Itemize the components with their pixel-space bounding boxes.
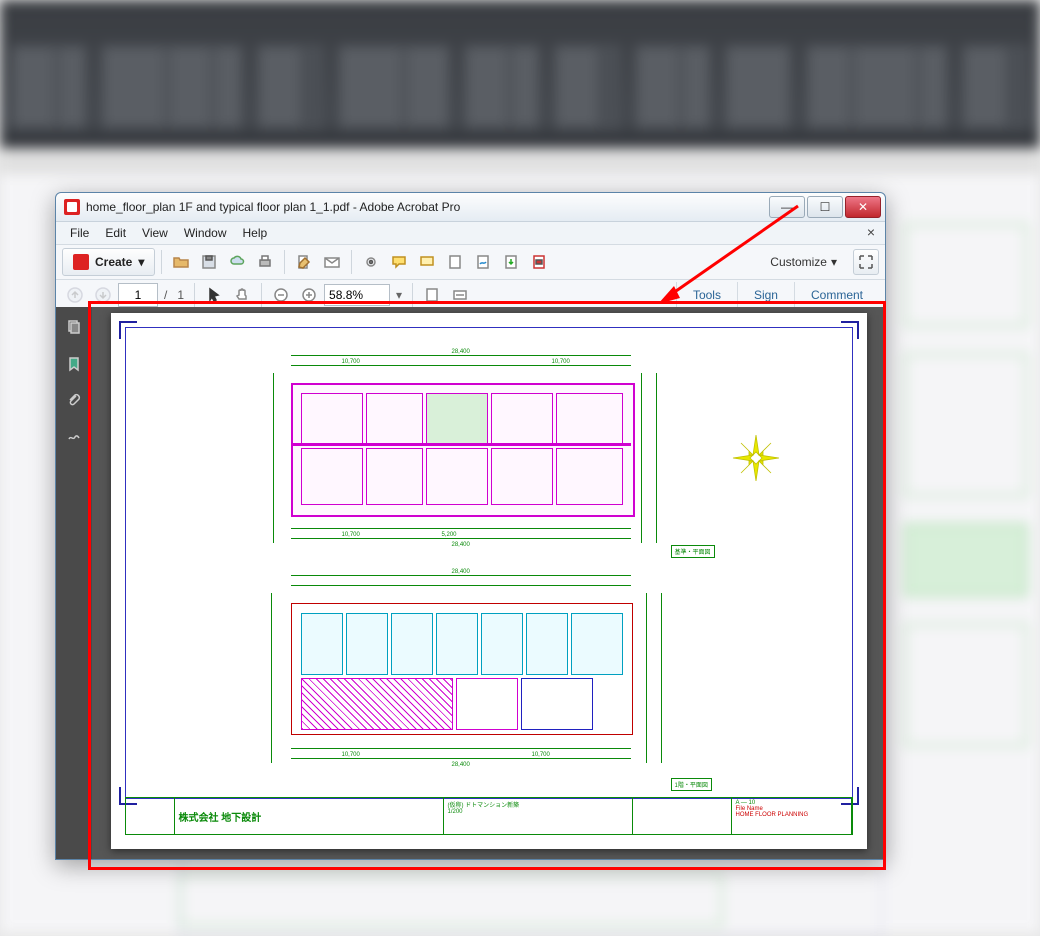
total-pages: 1 [173, 288, 188, 302]
minimize-button[interactable]: — [769, 196, 805, 218]
title-company: 株式会社 地下設計 [175, 798, 444, 834]
menubar: File Edit View Window Help × [56, 222, 885, 245]
edit-document-button[interactable] [291, 249, 317, 275]
customize-button[interactable]: Customize ▾ [764, 255, 843, 269]
comment-panel-button[interactable]: Comment [794, 282, 879, 308]
comment-bubble-button[interactable] [386, 249, 412, 275]
prev-page-button[interactable] [62, 282, 88, 308]
maximize-button[interactable]: ☐ [807, 196, 843, 218]
title-scale: 1/200 [448, 809, 628, 815]
fit-page-button[interactable] [419, 282, 445, 308]
email-button[interactable] [319, 249, 345, 275]
read-mode-button[interactable] [853, 249, 879, 275]
dim-span1c: 10,700 [341, 752, 361, 758]
attach-button[interactable] [442, 249, 468, 275]
hand-tool-button[interactable] [229, 282, 255, 308]
attachments-icon[interactable] [63, 389, 85, 411]
page-number-input[interactable] [118, 283, 158, 307]
create-label: Create [95, 255, 132, 269]
create-button[interactable]: Create ▾ [62, 248, 155, 276]
file-name: HOME FLOOR PLANNING [736, 812, 847, 818]
sign-document-button[interactable] [470, 249, 496, 275]
export-button[interactable] [498, 249, 524, 275]
main-toolbar: Create ▾ Customize ▾ [56, 245, 885, 280]
close-button[interactable]: ✕ [845, 196, 881, 218]
pdf-page: 28,400 10,700 10,700 [111, 313, 867, 849]
page-separator: / [160, 288, 171, 302]
dropdown-arrow-icon: ▾ [138, 255, 144, 269]
settings-button[interactable] [358, 249, 384, 275]
zoom-out-button[interactable] [268, 282, 294, 308]
signatures-icon[interactable] [63, 425, 85, 447]
dim-overallb: 28,400 [451, 542, 471, 548]
dropdown-arrow-icon: ▾ [831, 255, 837, 269]
content-area: 28,400 10,700 10,700 [56, 307, 885, 859]
title-project: (仮称) ドトマンション新築 [448, 800, 628, 809]
dim-span2: 5,200 [441, 532, 458, 538]
zoom-dropdown-icon[interactable]: ▾ [392, 288, 406, 302]
north-compass-icon [731, 433, 781, 483]
upper-floor-plan: 28,400 10,700 10,700 [291, 373, 631, 543]
navigation-rail [56, 307, 92, 859]
customize-label: Customize [770, 255, 827, 269]
pdf-icon-button[interactable] [526, 249, 552, 275]
bookmarks-icon[interactable] [63, 353, 85, 375]
upper-label: 基準・平面図 [671, 545, 715, 558]
titlebar[interactable]: home_floor_plan 1F and typical floor pla… [56, 193, 885, 222]
dim-overall2b: 28,400 [451, 762, 471, 768]
dim-span3: 10,700 [551, 359, 571, 365]
acrobat-app-icon [64, 199, 80, 215]
zoom-in-button[interactable] [296, 282, 322, 308]
lower-floor-plan: 28,400 [271, 593, 651, 773]
menu-view[interactable]: View [134, 224, 176, 242]
next-page-button[interactable] [90, 282, 116, 308]
tools-panel-button[interactable]: Tools [676, 282, 737, 308]
window-title: home_floor_plan 1F and typical floor pla… [86, 200, 767, 214]
page-thumbnails-icon[interactable] [63, 317, 85, 339]
document-close-icon[interactable]: × [863, 225, 879, 241]
dim-span3c: 10,700 [531, 752, 551, 758]
zoom-input[interactable] [324, 284, 390, 306]
menu-edit[interactable]: Edit [97, 224, 134, 242]
page-viewport[interactable]: 28,400 10,700 10,700 [92, 307, 885, 859]
acrobat-window: home_floor_plan 1F and typical floor pla… [55, 192, 886, 860]
open-button[interactable] [168, 249, 194, 275]
cloud-button[interactable] [224, 249, 250, 275]
save-button[interactable] [196, 249, 222, 275]
menu-help[interactable]: Help [235, 224, 276, 242]
stamp-button[interactable] [414, 249, 440, 275]
fit-width-button[interactable] [447, 282, 473, 308]
dim-overall2: 28,400 [451, 569, 471, 575]
print-button[interactable] [252, 249, 278, 275]
dim-span1: 10,700 [341, 359, 361, 365]
title-block: 株式会社 地下設計 (仮称) ドトマンション新築 1/200 A — 10 Fi… [125, 797, 853, 835]
lower-label: 1階・平面図 [671, 778, 712, 791]
sign-panel-button[interactable]: Sign [737, 282, 794, 308]
menu-window[interactable]: Window [176, 224, 235, 242]
create-pdf-icon [73, 254, 89, 270]
menu-file[interactable]: File [62, 224, 97, 242]
dim-span1b: 10,700 [341, 532, 361, 538]
select-tool-button[interactable] [201, 282, 227, 308]
dim-overall: 28,400 [451, 349, 471, 355]
